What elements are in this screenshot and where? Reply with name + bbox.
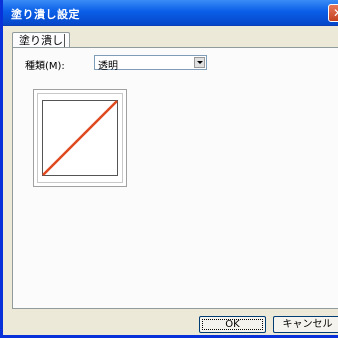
close-button[interactable]: ✕ — [328, 4, 338, 22]
fill-settings-dialog: 塗り潰し設定 ✕ 塗り潰し 種類(M): 透明 OK キャンセル — [0, 0, 338, 338]
title-bar[interactable]: 塗り潰し設定 ✕ — [3, 0, 338, 26]
cancel-button[interactable]: キャンセル — [273, 316, 338, 333]
ok-button[interactable]: OK — [199, 316, 266, 333]
fill-type-value: 透明 — [98, 61, 118, 72]
chevron-down-icon[interactable] — [194, 57, 205, 68]
fill-type-select[interactable]: 透明 — [94, 55, 207, 72]
tab-strip: 塗り潰し — [12, 32, 338, 49]
window-title: 塗り潰し設定 — [11, 8, 80, 21]
fill-preview — [33, 89, 127, 187]
fill-type-label: 種類(M): — [25, 61, 65, 72]
tab-fill-label: 塗り潰し — [19, 34, 63, 47]
tab-divider — [64, 34, 65, 48]
transparent-fill-swatch — [42, 100, 118, 176]
close-icon: ✕ — [333, 6, 338, 20]
